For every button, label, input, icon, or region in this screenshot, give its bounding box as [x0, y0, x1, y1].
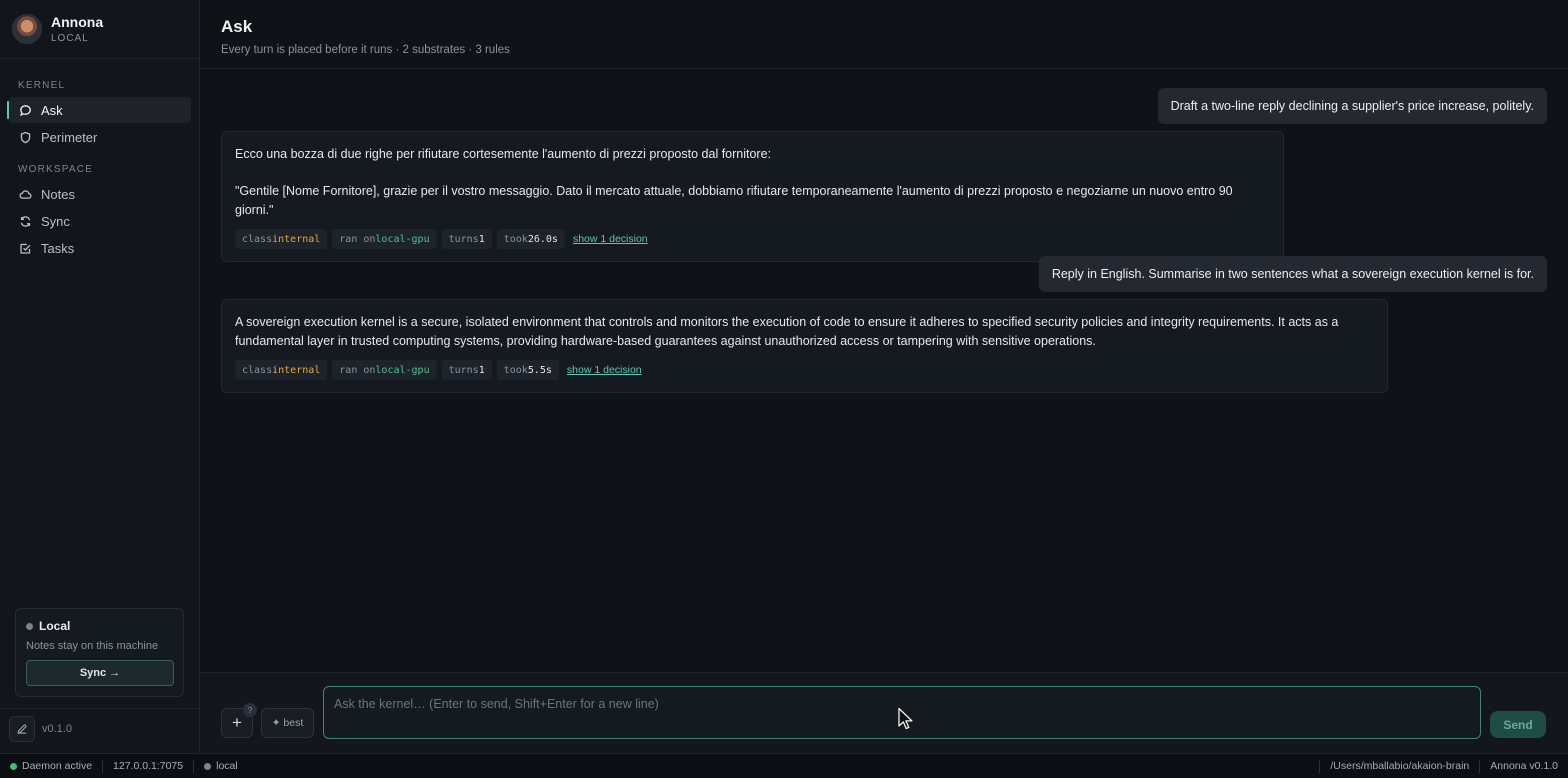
composer: + ? ✦ best Send: [200, 672, 1568, 753]
pencil-icon: [17, 724, 27, 734]
daemon-status-text: Daemon active: [22, 760, 93, 772]
page-subtitle: Every turn is placed before it runs · 2 …: [221, 44, 510, 56]
edit-button[interactable]: [9, 716, 35, 742]
ran-on-chip: ran on local-gpu: [332, 229, 437, 249]
user-message: Reply in English. Summarise in two sente…: [1038, 256, 1547, 292]
page-title: Ask: [221, 17, 253, 36]
assistant-message: Ecco una bozza di due righe per rifiutar…: [221, 131, 1284, 262]
local-description: Notes stay on this machine: [26, 640, 159, 652]
sidebar-item-notes[interactable]: Notes: [8, 181, 191, 207]
daemon-status-dot-icon: [10, 762, 17, 770]
show-decision-link[interactable]: show 1 decision: [567, 364, 642, 376]
shield-icon: [19, 131, 32, 144]
sidebar-item-label: Notes: [41, 186, 75, 202]
section-label-workspace: WORKSPACE: [18, 164, 94, 175]
sidebar-item-label: Tasks: [41, 240, 75, 256]
message-meta: class internal ran on local-gpu turns 1 …: [235, 229, 1270, 249]
turns-chip: turns 1: [441, 229, 492, 249]
sidebar-item-ask[interactable]: Ask: [7, 97, 191, 123]
app-version: Annona v0.1.0: [1490, 760, 1558, 772]
divider: [0, 58, 199, 59]
section-label-kernel: KERNEL: [18, 80, 66, 91]
workspace-path: /Users/mballabio/akaion-brain: [1330, 760, 1470, 772]
checkbox-icon: [19, 242, 32, 255]
cloud-icon: [19, 188, 32, 201]
divider: [0, 708, 199, 709]
status-dot-icon: [26, 622, 33, 630]
mouse-cursor-icon: [898, 707, 913, 730]
user-message: Draft a two-line reply declining a suppl…: [1157, 88, 1547, 124]
sidebar-item-label: Ask: [41, 102, 63, 118]
message-text: Ecco una bozza di due righe per rifiutar…: [235, 147, 772, 161]
sidebar: Annona LOCAL KERNEL Ask Perimeter WORKSP…: [0, 0, 200, 753]
refresh-icon: [19, 215, 32, 228]
message-text: A sovereign execution kernel is a secure…: [235, 315, 1339, 348]
message-text: "Gentile [Nome Fornitore], grazie per il…: [235, 184, 1233, 217]
chat-bubble-icon: [19, 104, 32, 117]
local-status-card: Local Notes stay on this machine Sync →: [15, 608, 184, 697]
took-chip: took 5.5s: [496, 360, 559, 380]
mode-status: local: [194, 760, 248, 773]
ran-on-chip: ran on local-gpu: [332, 360, 437, 380]
sidebar-item-sync[interactable]: Sync: [8, 208, 191, 234]
took-chip: took 26.0s: [496, 229, 565, 249]
daemon-status: Daemon active: [0, 760, 102, 773]
assistant-message: A sovereign execution kernel is a secure…: [221, 299, 1388, 393]
sidebar-version: v0.1.0: [42, 723, 72, 735]
status-bar: Daemon active 127.0.0.1:7075 local /User…: [0, 753, 1568, 778]
brand: Annona LOCAL: [0, 0, 199, 58]
sync-button[interactable]: Sync →: [26, 660, 174, 686]
brand-name: Annona: [51, 14, 104, 30]
message-meta: class internal ran on local-gpu turns 1 …: [235, 360, 1374, 380]
local-title-text: Local: [39, 619, 71, 633]
app-window: Annona LOCAL KERNEL Ask Perimeter WORKSP…: [0, 0, 1568, 753]
best-mode-button[interactable]: ✦ best: [261, 708, 314, 738]
main-panel: Ask Every turn is placed before it runs …: [200, 0, 1568, 753]
mode-status-text: local: [216, 760, 238, 772]
page-header: Ask Every turn is placed before it runs …: [200, 0, 1568, 69]
sidebar-item-tasks[interactable]: Tasks: [8, 235, 191, 261]
brand-subtitle: LOCAL: [51, 33, 89, 44]
help-badge: ?: [243, 703, 257, 717]
show-decision-link[interactable]: show 1 decision: [573, 233, 648, 245]
class-chip: class internal: [235, 360, 328, 380]
sidebar-item-perimeter[interactable]: Perimeter: [8, 124, 191, 150]
send-button[interactable]: Send: [1490, 711, 1546, 738]
avatar: [12, 14, 42, 44]
turns-chip: turns 1: [441, 360, 492, 380]
sidebar-item-label: Sync: [41, 213, 70, 229]
class-chip: class internal: [235, 229, 328, 249]
mode-status-dot-icon: [204, 762, 212, 770]
daemon-address: 127.0.0.1:7075: [113, 760, 184, 772]
local-title: Local: [26, 619, 173, 633]
sidebar-item-label: Perimeter: [41, 129, 98, 145]
